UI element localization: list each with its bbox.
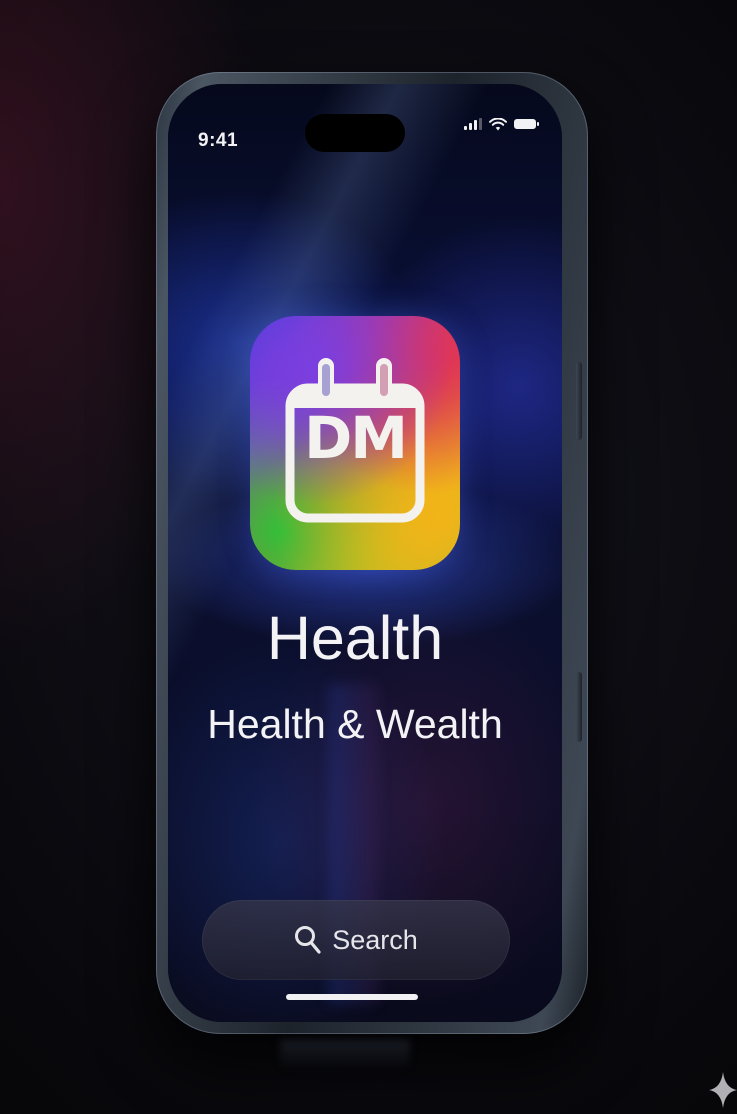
phone-screen: 9:41 DM Health Health & Wealth Search: [168, 84, 562, 1022]
home-indicator[interactable]: [286, 994, 418, 1000]
app-icon[interactable]: DM: [250, 316, 460, 570]
search-icon: [295, 926, 321, 954]
dynamic-island: [305, 114, 405, 152]
app-title: Health: [266, 604, 444, 672]
icon-monogram: DM: [304, 404, 408, 472]
phone-reflection: [280, 1040, 410, 1070]
status-time: 9:41: [198, 130, 239, 151]
app-subtitle: Health & Wealth: [207, 701, 503, 747]
status-icons: [464, 114, 539, 134]
scene: 9:41 DM Health Health & Wealth Search: [0, 0, 737, 1114]
sparkle-icon: [709, 1072, 737, 1108]
wifi-icon: [489, 117, 507, 130]
search-label: Search: [332, 924, 418, 955]
battery-icon: [514, 119, 539, 129]
side-button-upper[interactable]: [576, 362, 582, 440]
signal-icon: [464, 118, 482, 130]
search-button[interactable]: Search: [202, 900, 510, 980]
side-button-lower[interactable]: [576, 672, 582, 742]
